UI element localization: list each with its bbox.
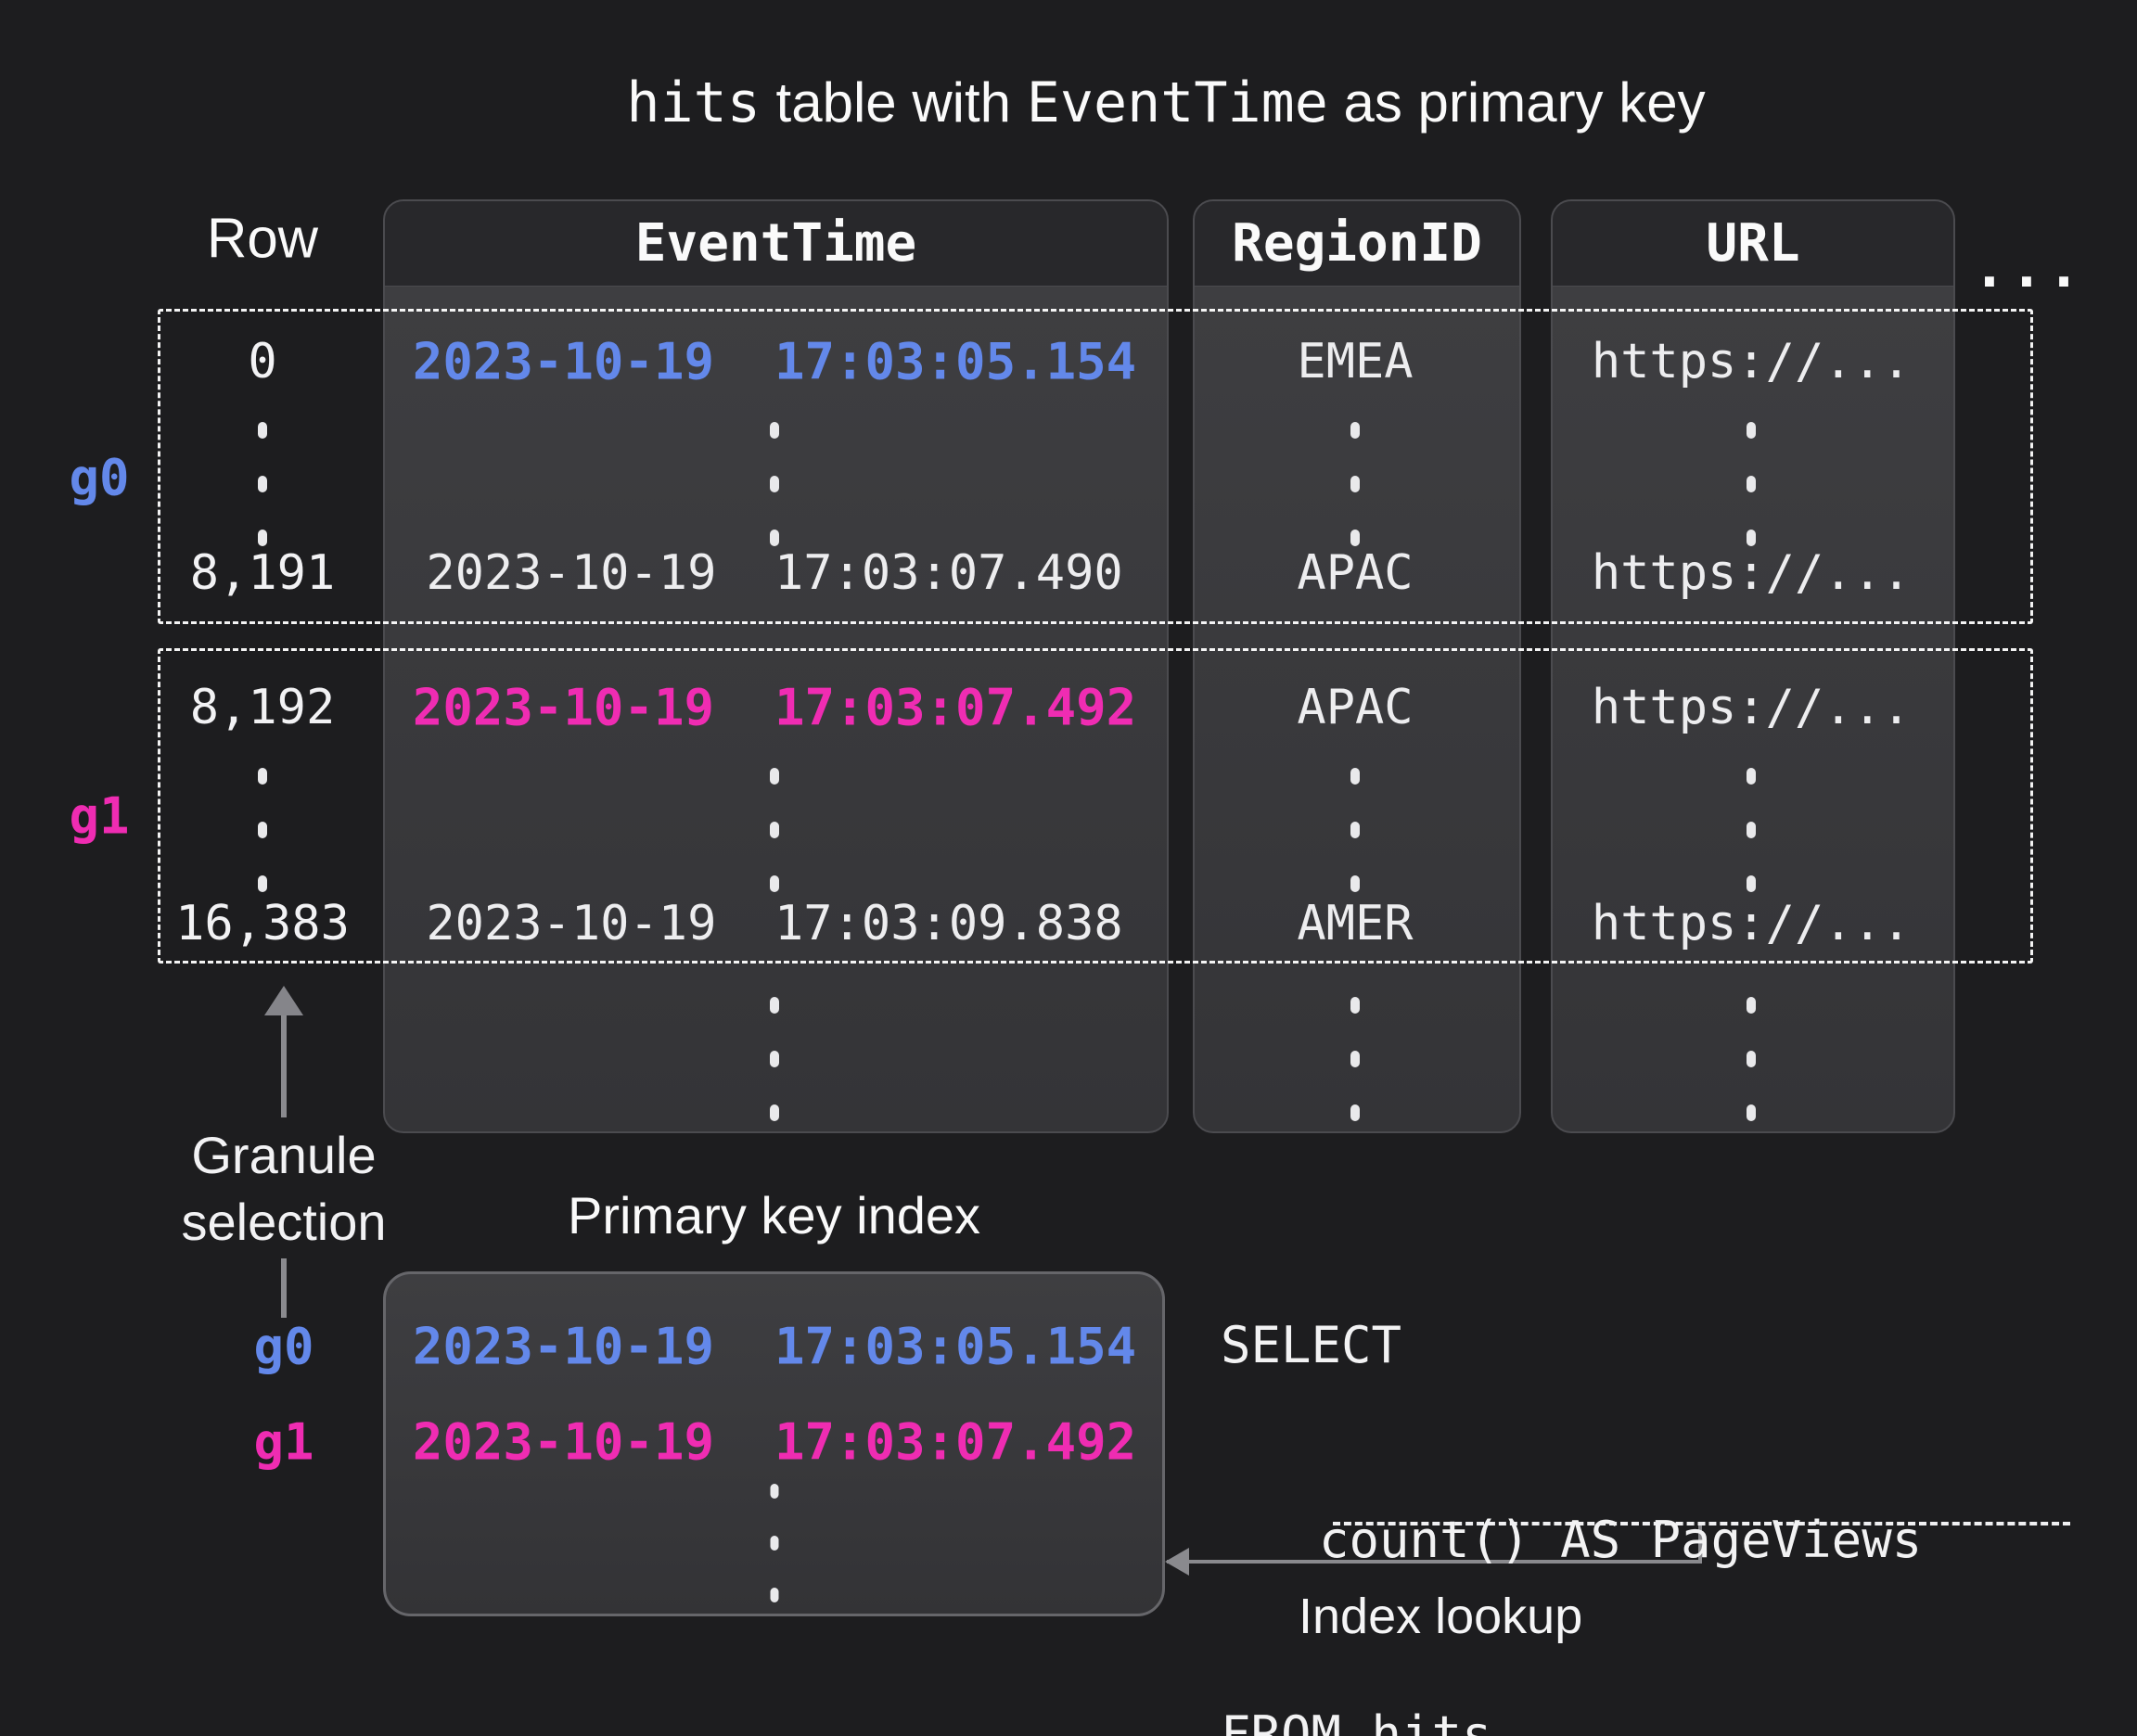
vertical-ellipsis	[1747, 422, 1756, 546]
primary-key-index-title: Primary key index	[383, 1185, 1165, 1245]
granule-selection-arrow-shaft-lower	[281, 1258, 287, 1318]
dot	[1350, 1104, 1360, 1121]
dot	[1350, 997, 1360, 1014]
vertical-ellipsis	[771, 1484, 779, 1602]
column-header-url: URL	[1553, 201, 1953, 287]
url-value: https://...	[1592, 545, 1911, 601]
where-condition-underline	[1333, 1522, 2070, 1525]
dot	[1747, 875, 1756, 892]
vertical-ellipsis	[770, 422, 779, 546]
dot	[1747, 476, 1756, 492]
more-columns-ellipsis: ...	[1973, 236, 2084, 300]
event-time-value: 2023-10-19 17:03:05.154	[413, 333, 1136, 391]
diagram-canvas: hits table with EventTime as primary key…	[0, 0, 2137, 1736]
granule-selection-arrowhead	[264, 986, 303, 1015]
region-id-value: EMEA	[1297, 334, 1413, 389]
diagram-title: hits table with EventTime as primary key	[0, 70, 2137, 135]
dot	[1350, 768, 1360, 785]
dot	[258, 476, 267, 492]
region-id-value: AMER	[1297, 896, 1413, 951]
dot	[258, 822, 267, 838]
column-header-eventtime: EventTime	[385, 201, 1167, 287]
index-entry-label-g1: g1	[253, 1413, 314, 1472]
index-entry-value-g0: 2023-10-19 17:03:05.154	[413, 1318, 1136, 1376]
sql-line-count: count() AS PageViews	[1221, 1508, 2042, 1573]
column-header-regionid: RegionID	[1195, 201, 1519, 287]
dot	[770, 1051, 779, 1067]
dot	[770, 422, 779, 439]
dot	[771, 1484, 779, 1499]
vertical-ellipsis	[258, 768, 267, 892]
dot	[1747, 1104, 1756, 1121]
dot	[770, 1104, 779, 1121]
dot	[258, 530, 267, 546]
granule-0-label: g0	[69, 449, 129, 507]
dot	[770, 768, 779, 785]
dot	[1747, 530, 1756, 546]
index-entry-label-g0: g0	[253, 1318, 314, 1376]
index-entry-value-g1: 2023-10-19 17:03:07.492	[413, 1413, 1136, 1472]
row-number: 8,191	[190, 545, 336, 601]
event-time-value: 2023-10-19 17:03:07.490	[426, 545, 1122, 601]
dot	[1747, 822, 1756, 838]
dot	[1747, 768, 1756, 785]
dot	[1350, 822, 1360, 838]
dot	[258, 875, 267, 892]
dot	[770, 476, 779, 492]
title-code-hits: hits	[626, 70, 761, 135]
event-time-value: 2023-10-19 17:03:09.838	[426, 896, 1122, 951]
dot	[258, 422, 267, 439]
dot	[1350, 875, 1360, 892]
vertical-ellipsis	[770, 768, 779, 892]
row-number: 8,192	[190, 680, 336, 735]
dot	[1350, 1051, 1360, 1067]
dot	[1350, 422, 1360, 439]
event-time-value: 2023-10-19 17:03:07.492	[413, 679, 1136, 737]
sql-query: SELECT count() AS PageViews FROM hits WH…	[1221, 1183, 2042, 1736]
dot	[770, 530, 779, 546]
vertical-ellipsis	[258, 422, 267, 546]
granule-selection-arrow-shaft-upper	[281, 1015, 287, 1117]
dot	[1747, 422, 1756, 439]
row-column-header: Row	[207, 207, 318, 271]
dot	[1747, 997, 1756, 1014]
granule-selection-label-line1: Granule	[98, 1125, 469, 1185]
sql-line-from: FROM hits	[1221, 1703, 2042, 1736]
row-number: 16,383	[175, 896, 350, 951]
vertical-ellipsis	[1350, 768, 1360, 892]
region-id-value: APAC	[1297, 545, 1413, 601]
vertical-ellipsis	[1747, 768, 1756, 892]
dot	[770, 875, 779, 892]
url-value: https://...	[1592, 680, 1911, 735]
title-text-post: as primary key	[1328, 71, 1706, 134]
granule-1-label: g1	[69, 787, 129, 846]
url-value: https://...	[1592, 334, 1911, 389]
vertical-ellipsis	[1350, 422, 1360, 546]
dot	[258, 768, 267, 785]
row-number: 0	[248, 334, 276, 389]
vertical-ellipsis	[1350, 997, 1360, 1121]
url-value: https://...	[1592, 896, 1911, 951]
region-id-value: APAC	[1297, 680, 1413, 735]
sql-line-select: SELECT	[1221, 1313, 2042, 1378]
dot	[1350, 476, 1360, 492]
dot	[1747, 1051, 1756, 1067]
title-code-eventtime: EventTime	[1027, 70, 1328, 135]
dot	[771, 1588, 779, 1602]
dot	[771, 1536, 779, 1551]
dot	[1350, 530, 1360, 546]
index-lookup-arrowhead	[1165, 1548, 1189, 1576]
vertical-ellipsis	[1747, 997, 1756, 1121]
vertical-ellipsis	[770, 997, 779, 1121]
title-text-mid: table with	[761, 71, 1027, 134]
dot	[770, 997, 779, 1014]
dot	[770, 822, 779, 838]
